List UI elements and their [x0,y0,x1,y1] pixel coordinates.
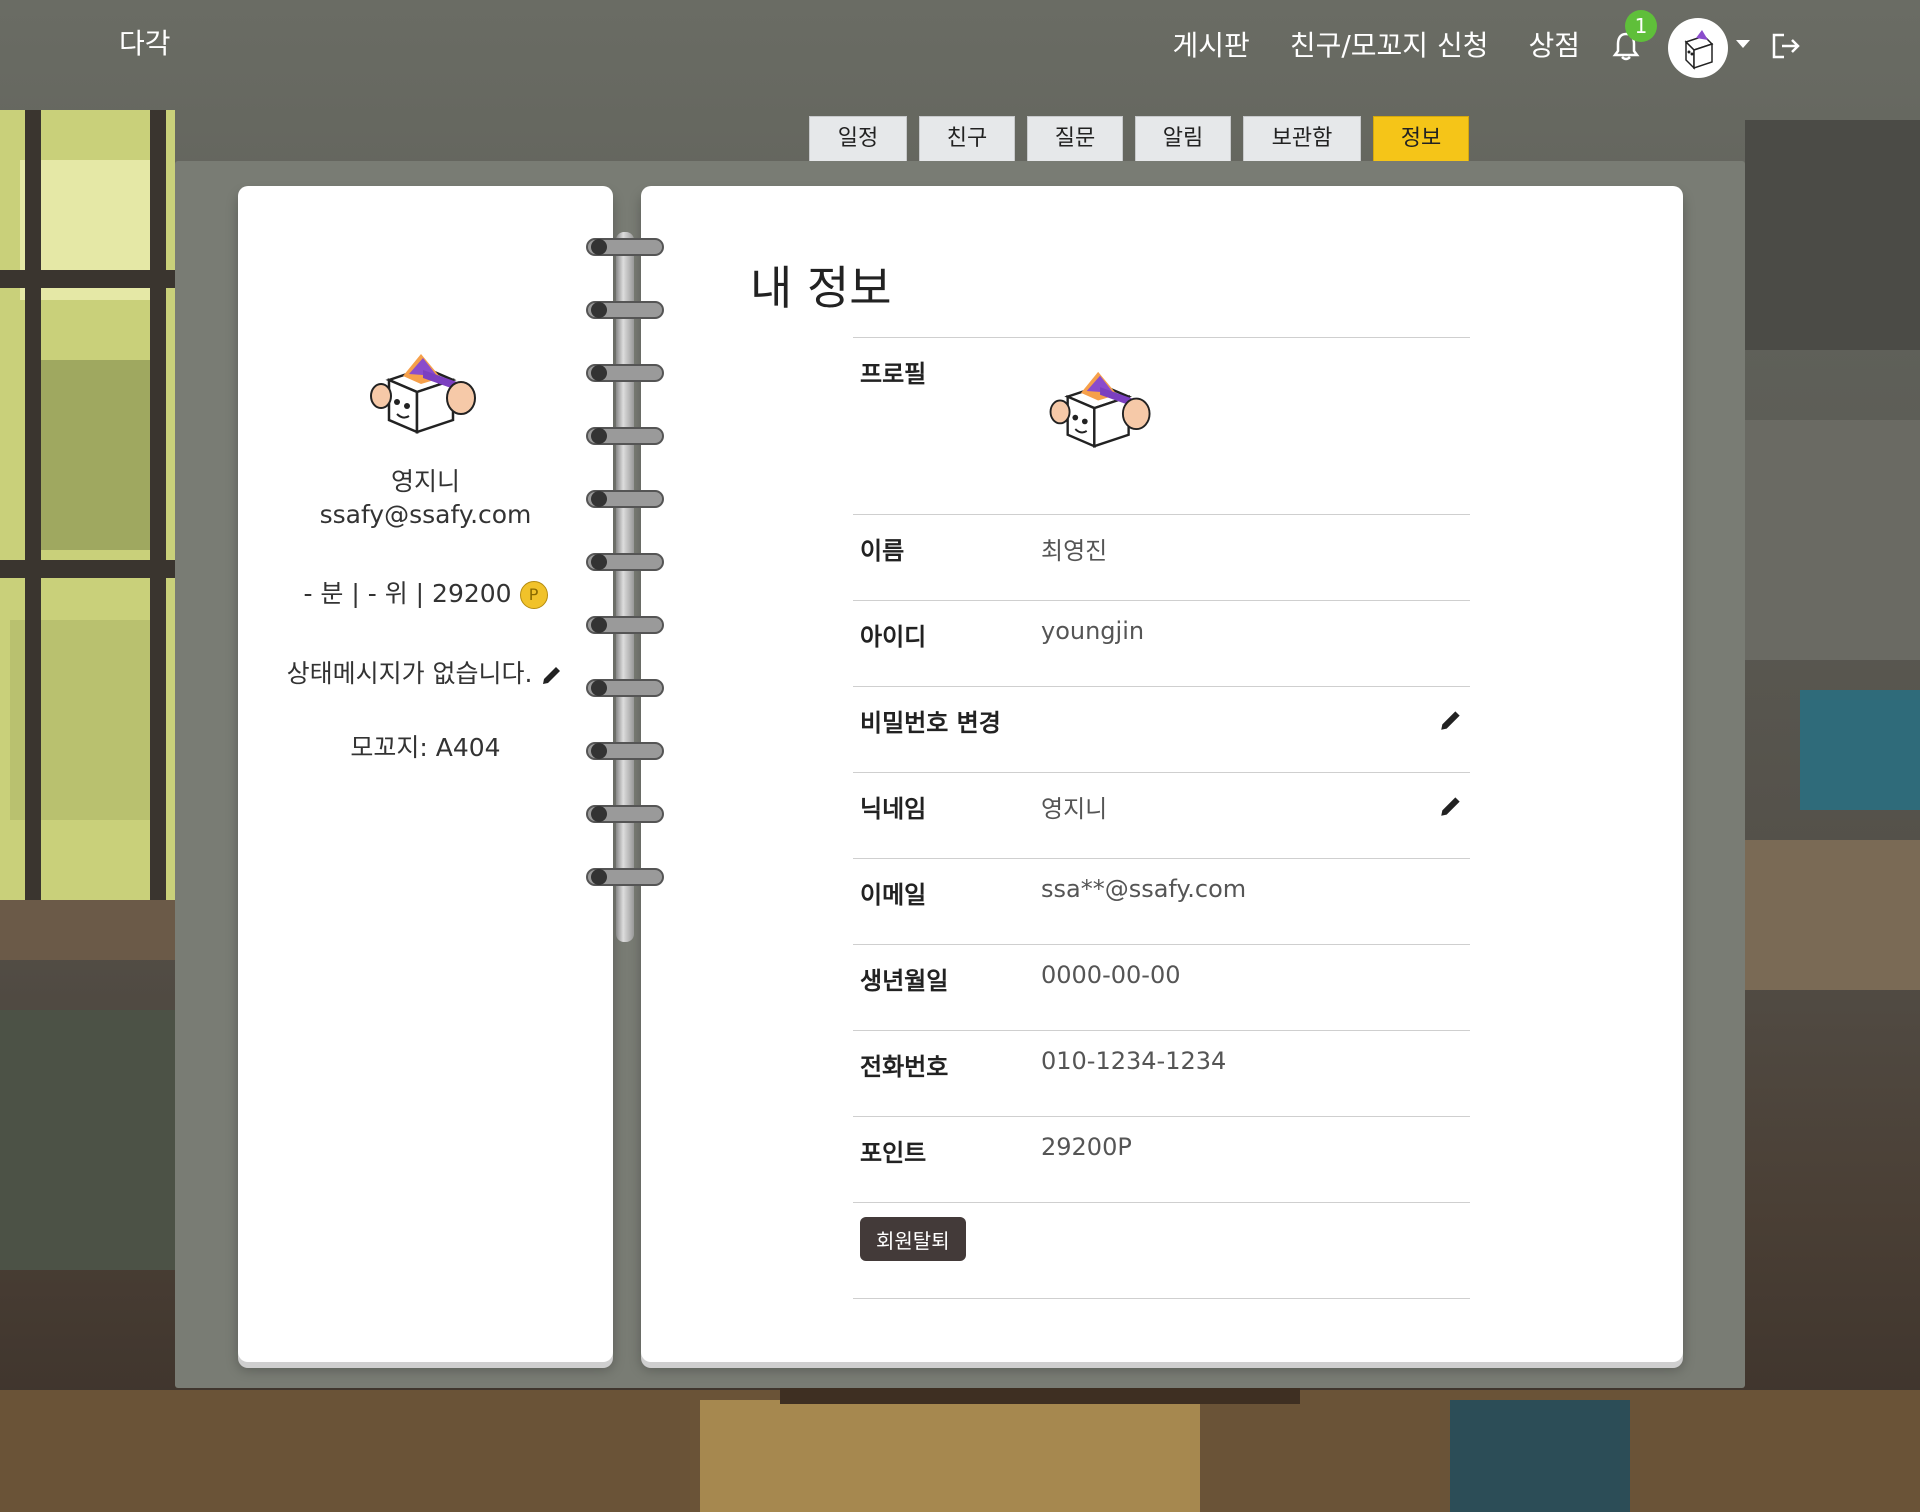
left-email: ssafy@ssafy.com [319,500,532,529]
stats-text: - 분 | - 위 | 29200 [303,579,512,608]
nickname-label: 닉네임 [860,795,927,823]
birth-value: 0000-00-00 [1041,961,1181,989]
email-label: 이메일 [860,881,927,909]
avatar[interactable] [1668,18,1728,78]
row-profile: 프로필 [853,337,1470,514]
edit-password-icon[interactable] [1438,707,1464,733]
row-point: 포인트 29200P [853,1116,1470,1202]
notification-badge: 1 [1625,10,1657,42]
point-label: 포인트 [860,1139,927,1167]
profile-character-image [370,354,476,434]
left-status: 상태메시지가 없습니다. [238,654,613,690]
password-label: 비밀번호 변경 [860,709,1001,737]
edit-nickname-icon[interactable] [1438,793,1464,819]
nav-links: 게시판 친구/모꼬지 신청 상점 [1173,24,1580,64]
profile-label: 프로필 [860,360,927,388]
notebook-tabs: 일정 친구 질문 알림 보관함 정보 [809,116,1469,161]
coin-icon: P [519,581,548,609]
row-password: 비밀번호 변경 [853,686,1470,772]
withdraw-button[interactable]: 회원탈퇴 [860,1217,966,1261]
row-nickname: 닉네임 영지니 [853,772,1470,858]
edit-status-icon[interactable] [540,663,564,687]
phone-label: 전화번호 [860,1053,949,1081]
phone-value: 010-1234-1234 [1041,1047,1227,1075]
left-mokkoji: 모꼬지: A404 [350,733,501,762]
nav-link-board[interactable]: 게시판 [1173,24,1250,64]
row-birth: 생년월일 0000-00-00 [853,944,1470,1030]
name-label: 이름 [860,537,905,565]
tab-storage[interactable]: 보관함 [1243,116,1361,161]
chevron-down-icon[interactable] [1736,40,1750,48]
nav-link-shop[interactable]: 상점 [1528,24,1580,64]
row-withdraw: 회원탈퇴 [853,1202,1470,1299]
point-value: 29200P [1041,1133,1132,1161]
info-table: 프로필 이름 최영진 아이디 youngjin 비밀번호 변경 닉네임 영지니 [853,337,1470,1299]
tab-schedule[interactable]: 일정 [809,116,907,161]
tab-questions[interactable]: 질문 [1027,116,1123,161]
birth-label: 생년월일 [860,967,949,995]
nav-link-friend-request[interactable]: 친구/모꼬지 신청 [1290,24,1489,64]
row-id: 아이디 youngjin [853,600,1470,686]
top-navbar: 다각 게시판 친구/모꼬지 신청 상점 1 [0,0,1920,88]
name-value: 최영진 [1041,537,1108,565]
profile-image [1049,371,1151,448]
tab-info[interactable]: 정보 [1373,116,1469,161]
id-label: 아이디 [860,623,927,651]
logout-icon[interactable] [1770,32,1802,60]
row-name: 이름 최영진 [853,514,1470,600]
tab-notifications[interactable]: 알림 [1135,116,1231,161]
row-email: 이메일 ssa**@ssafy.com [853,858,1470,944]
status-message: 상태메시지가 없습니다. [286,659,533,688]
brand-logo[interactable]: 다각 [119,22,171,62]
page-title: 내 정보 [750,261,892,315]
id-value: youngjin [1041,617,1145,645]
left-nickname: 영지니 [390,467,460,496]
left-stats: - 분 | - 위 | 29200 P [238,574,613,610]
row-phone: 전화번호 010-1234-1234 [853,1030,1470,1116]
nickname-value: 영지니 [1041,795,1108,823]
tab-friends[interactable]: 친구 [919,116,1015,161]
email-value: ssa**@ssafy.com [1041,875,1247,903]
